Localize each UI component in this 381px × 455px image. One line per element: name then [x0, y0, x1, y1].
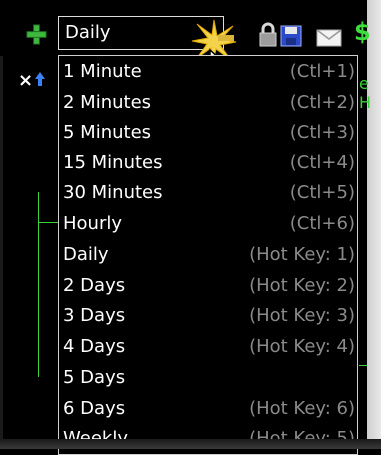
- window-right-border: [367, 0, 381, 449]
- mail-icon[interactable]: [316, 29, 342, 47]
- dropdown-item-shortcut: (Ctl+3): [289, 122, 355, 143]
- dropdown-item[interactable]: 6 Days (Hot Key: 6): [59, 393, 357, 424]
- dropdown-item[interactable]: 15 Minutes (Ctl+4): [59, 147, 357, 178]
- dropdown-item[interactable]: 3 Days (Hot Key: 3): [59, 300, 357, 331]
- dropdown-item[interactable]: 1 Minute (Ctl+1): [59, 56, 357, 87]
- dropdown-item-label: 2 Minutes: [63, 92, 152, 113]
- dropdown-item[interactable]: 4 Days (Hot Key: 4): [59, 331, 357, 362]
- dropdown-item-label: 30 Minutes: [63, 182, 163, 203]
- dropdown-item-label: 4 Days: [63, 336, 126, 357]
- dropdown-item-shortcut: (Ctl+1): [289, 61, 355, 82]
- dropdown-item-label: Daily: [63, 244, 109, 265]
- dropdown-item[interactable]: Daily (Hot Key: 1): [59, 239, 357, 270]
- chart-line: [38, 192, 39, 377]
- lock-icon[interactable]: [258, 22, 278, 48]
- chart-right-tick: [359, 365, 367, 366]
- dropdown-item-shortcut: (Hot Key: 1): [249, 244, 355, 265]
- dropdown-item-label: 6 Days: [63, 398, 126, 419]
- dropdown-item-shortcut: (Ctl+5): [289, 182, 355, 203]
- close-icon[interactable]: ×: [18, 72, 33, 90]
- toolbar: Daily $: [0, 0, 371, 86]
- dropdown-item-label: 3 Days: [63, 305, 126, 326]
- dropdown-item-shortcut: (Ctl+4): [289, 152, 355, 173]
- dropdown-item[interactable]: 5 Minutes (Ctl+3): [59, 117, 357, 148]
- dropdown-item[interactable]: 2 Minutes (Ctl+2): [59, 87, 357, 118]
- dropdown-item-label: 5 Minutes: [63, 122, 152, 143]
- dropdown-item-shortcut: (Ctl+2): [289, 92, 355, 113]
- plus-icon[interactable]: [25, 23, 48, 46]
- dropdown-item[interactable]: 2 Days (Hot Key: 2): [59, 270, 357, 301]
- dropdown-item[interactable]: 30 Minutes (Ctl+5): [59, 177, 357, 208]
- dollar-icon[interactable]: $: [354, 18, 371, 46]
- dropdown-item[interactable]: Hourly (Ctl+6): [59, 208, 357, 239]
- dropdown-item-shortcut: (Hot Key: 4): [249, 336, 355, 357]
- dropdown-item[interactable]: 5 Days: [59, 362, 357, 393]
- dropdown-item-shortcut: (Ctl+6): [289, 213, 355, 234]
- dropdown-item-label: 5 Days: [63, 367, 126, 388]
- timeframe-select-value: Daily: [65, 22, 111, 43]
- dropdown-item-label: 1 Minute: [63, 61, 142, 82]
- window-left-border: [0, 0, 3, 449]
- dropdown-item-label: Hourly: [63, 213, 123, 234]
- up-arrow-icon[interactable]: [35, 72, 45, 86]
- save-icon[interactable]: [280, 25, 302, 47]
- chart-tick: [38, 222, 58, 223]
- dropdown-item-shortcut: (Hot Key: 6): [249, 398, 355, 419]
- window-bottom-shade: [0, 439, 381, 449]
- chart-right-label: e H: [359, 74, 372, 112]
- dropdown-item-shortcut: (Hot Key: 3): [249, 305, 355, 326]
- dropdown-item-shortcut: (Hot Key: 2): [249, 275, 355, 296]
- timeframe-dropdown: 1 Minute (Ctl+1) 2 Minutes (Ctl+2) 5 Minutes…: [58, 55, 358, 455]
- dropdown-item-label: 15 Minutes: [63, 152, 163, 173]
- dropdown-item-label: 2 Days: [63, 275, 126, 296]
